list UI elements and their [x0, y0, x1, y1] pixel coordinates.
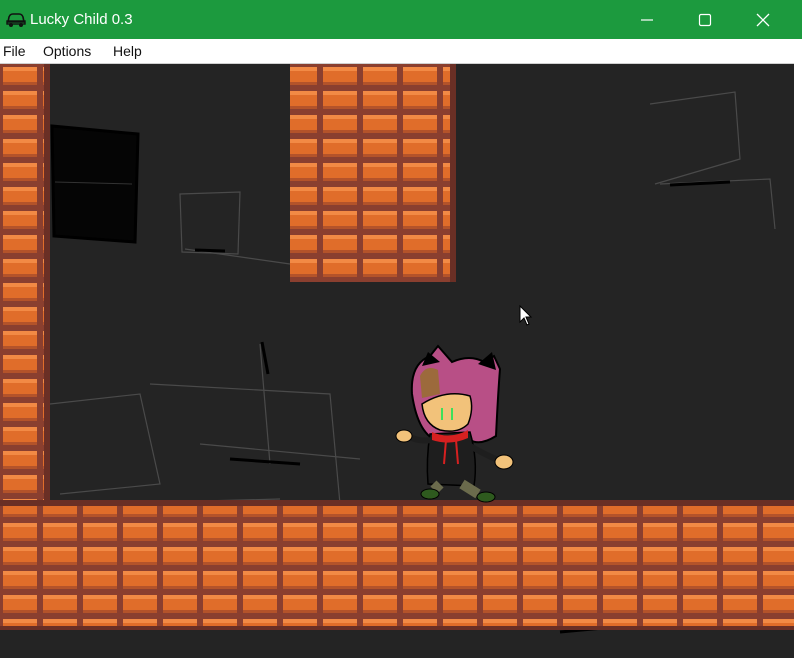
game-canvas[interactable]: [0, 64, 794, 658]
menu-help[interactable]: Help: [113, 42, 142, 60]
player-character: [395, 344, 514, 503]
minimize-button[interactable]: [618, 0, 676, 39]
brick-floor: [0, 500, 794, 630]
mouse-pointer-icon: [519, 304, 533, 326]
minimize-icon: [641, 19, 653, 21]
window-border: [794, 39, 802, 658]
maximize-icon: [698, 13, 712, 27]
window-title: Lucky Child 0.3: [30, 11, 133, 28]
menu-options[interactable]: Options: [43, 42, 91, 60]
game-window: Lucky Child 0.3 File Options Help: [0, 0, 802, 658]
close-button[interactable]: [734, 0, 792, 39]
game-scene: [0, 64, 794, 634]
brick-column-top: [290, 64, 456, 282]
menu-file[interactable]: File: [3, 42, 26, 60]
brick-wall-left: [0, 64, 50, 508]
menu-bar: File Options Help: [0, 39, 794, 64]
car-icon: [6, 10, 26, 28]
close-icon: [756, 13, 770, 27]
title-bar[interactable]: Lucky Child 0.3: [0, 0, 802, 39]
maximize-button[interactable]: [676, 0, 734, 39]
dark-block: [50, 124, 140, 244]
